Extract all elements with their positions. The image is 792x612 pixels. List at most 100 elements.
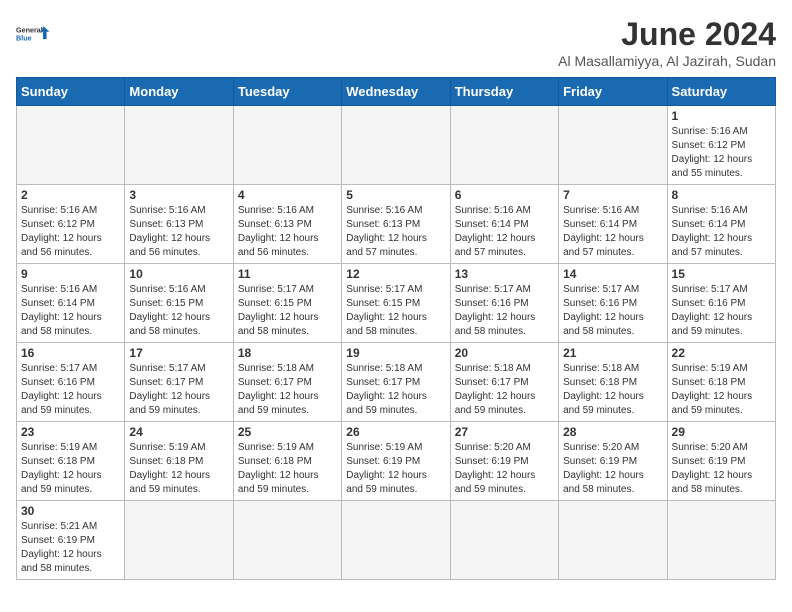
day-info: Sunrise: 5:19 AMSunset: 6:18 PMDaylight:… <box>238 441 337 497</box>
calendar-cell <box>125 106 233 185</box>
day-info: Sunrise: 5:16 AMSunset: 6:13 PMDaylight:… <box>129 204 228 260</box>
calendar-cell: 4 Sunrise: 5:16 AMSunset: 6:13 PMDaylight… <box>233 185 341 264</box>
day-number: 16 <box>21 346 120 360</box>
calendar-cell: 26 Sunrise: 5:19 AMSunset: 6:19 PMDayligh… <box>342 422 450 501</box>
day-number: 17 <box>129 346 228 360</box>
calendar-cell <box>233 106 341 185</box>
logo: GeneralBlue <box>16 16 52 52</box>
calendar-cell <box>342 106 450 185</box>
day-info: Sunrise: 5:19 AMSunset: 6:18 PMDaylight:… <box>129 441 228 497</box>
calendar-cell <box>450 106 558 185</box>
calendar-table: Sunday Monday Tuesday Wednesday Thursday… <box>16 77 776 580</box>
day-info: Sunrise: 5:16 AMSunset: 6:13 PMDaylight:… <box>238 204 337 260</box>
calendar-cell: 1Sunrise: 5:16 AMSunset: 6:12 PMDaylight… <box>667 106 775 185</box>
calendar-cell: 21Sunrise: 5:18 AMSunset: 6:18 PMDayligh… <box>559 343 667 422</box>
day-number: 12 <box>346 267 445 281</box>
day-number: 3 <box>129 188 228 202</box>
calendar-cell: 23 Sunrise: 5:19 AMSunset: 6:18 PMDayligh… <box>17 422 125 501</box>
day-info: Sunrise: 5:19 AMSunset: 6:19 PMDaylight:… <box>346 441 445 497</box>
calendar-cell: 16Sunrise: 5:17 AMSunset: 6:16 PMDayligh… <box>17 343 125 422</box>
day-info: Sunrise: 5:17 AMSunset: 6:17 PMDaylight:… <box>129 362 228 418</box>
col-tuesday: Tuesday <box>233 78 341 106</box>
day-number: 26 <box>346 425 445 439</box>
calendar-cell: 27 Sunrise: 5:20 AMSunset: 6:19 PMDayligh… <box>450 422 558 501</box>
day-number: 24 <box>129 425 228 439</box>
calendar-row: 16Sunrise: 5:17 AMSunset: 6:16 PMDayligh… <box>17 343 776 422</box>
calendar-row: 2 Sunrise: 5:16 AMSunset: 6:12 PMDaylight… <box>17 185 776 264</box>
day-number: 20 <box>455 346 554 360</box>
calendar-cell <box>125 501 233 580</box>
day-info: Sunrise: 5:16 AMSunset: 6:14 PMDaylight:… <box>672 204 771 260</box>
day-number: 10 <box>129 267 228 281</box>
day-info: Sunrise: 5:16 AMSunset: 6:14 PMDaylight:… <box>21 283 120 339</box>
calendar-cell: 2 Sunrise: 5:16 AMSunset: 6:12 PMDaylight… <box>17 185 125 264</box>
calendar-cell: 10 Sunrise: 5:16 AMSunset: 6:15 PMDayligh… <box>125 264 233 343</box>
calendar-row: 1Sunrise: 5:16 AMSunset: 6:12 PMDaylight… <box>17 106 776 185</box>
day-info: Sunrise: 5:17 AMSunset: 6:16 PMDaylight:… <box>563 283 662 339</box>
day-number: 19 <box>346 346 445 360</box>
day-info: Sunrise: 5:18 AMSunset: 6:17 PMDaylight:… <box>346 362 445 418</box>
calendar-cell: 6Sunrise: 5:16 AMSunset: 6:14 PMDaylight… <box>450 185 558 264</box>
calendar-cell <box>233 501 341 580</box>
day-number: 1 <box>672 109 771 123</box>
day-number: 27 <box>455 425 554 439</box>
day-info: Sunrise: 5:21 AMSunset: 6:19 PMDaylight:… <box>21 520 120 576</box>
day-number: 6 <box>455 188 554 202</box>
calendar-cell: 17 Sunrise: 5:17 AMSunset: 6:17 PMDayligh… <box>125 343 233 422</box>
day-number: 4 <box>238 188 337 202</box>
col-monday: Monday <box>125 78 233 106</box>
calendar-cell: 15Sunrise: 5:17 AMSunset: 6:16 PMDayligh… <box>667 264 775 343</box>
col-wednesday: Wednesday <box>342 78 450 106</box>
day-number: 15 <box>672 267 771 281</box>
day-number: 9 <box>21 267 120 281</box>
calendar-row: 30Sunrise: 5:21 AMSunset: 6:19 PMDayligh… <box>17 501 776 580</box>
day-info: Sunrise: 5:16 AMSunset: 6:15 PMDaylight:… <box>129 283 228 339</box>
day-number: 25 <box>238 425 337 439</box>
calendar-cell: 18Sunrise: 5:18 AMSunset: 6:17 PMDayligh… <box>233 343 341 422</box>
calendar-cell: 13 Sunrise: 5:17 AMSunset: 6:16 PMDayligh… <box>450 264 558 343</box>
calendar-cell: 30Sunrise: 5:21 AMSunset: 6:19 PMDayligh… <box>17 501 125 580</box>
calendar-cell <box>667 501 775 580</box>
calendar-cell: 29Sunrise: 5:20 AMSunset: 6:19 PMDayligh… <box>667 422 775 501</box>
day-number: 28 <box>563 425 662 439</box>
day-number: 14 <box>563 267 662 281</box>
day-info: Sunrise: 5:18 AMSunset: 6:17 PMDaylight:… <box>238 362 337 418</box>
day-info: Sunrise: 5:19 AMSunset: 6:18 PMDaylight:… <box>672 362 771 418</box>
day-info: Sunrise: 5:20 AMSunset: 6:19 PMDaylight:… <box>672 441 771 497</box>
calendar-cell: 25 Sunrise: 5:19 AMSunset: 6:18 PMDayligh… <box>233 422 341 501</box>
day-number: 8 <box>672 188 771 202</box>
calendar-cell: 22Sunrise: 5:19 AMSunset: 6:18 PMDayligh… <box>667 343 775 422</box>
calendar-cell <box>559 106 667 185</box>
day-number: 11 <box>238 267 337 281</box>
calendar-cell: 24 Sunrise: 5:19 AMSunset: 6:18 PMDayligh… <box>125 422 233 501</box>
title-area: June 2024 Al Masallamiyya, Al Jazirah, S… <box>558 16 776 69</box>
col-saturday: Saturday <box>667 78 775 106</box>
day-info: Sunrise: 5:18 AMSunset: 6:17 PMDaylight:… <box>455 362 554 418</box>
calendar-cell: 9 Sunrise: 5:16 AMSunset: 6:14 PMDaylight… <box>17 264 125 343</box>
calendar-row: 23 Sunrise: 5:19 AMSunset: 6:18 PMDayligh… <box>17 422 776 501</box>
calendar-cell <box>17 106 125 185</box>
day-number: 23 <box>21 425 120 439</box>
col-friday: Friday <box>559 78 667 106</box>
day-number: 2 <box>21 188 120 202</box>
calendar-cell: 19 Sunrise: 5:18 AMSunset: 6:17 PMDayligh… <box>342 343 450 422</box>
day-info: Sunrise: 5:17 AMSunset: 6:16 PMDaylight:… <box>455 283 554 339</box>
svg-text:Blue: Blue <box>16 34 32 43</box>
calendar-cell: 12Sunrise: 5:17 AMSunset: 6:15 PMDayligh… <box>342 264 450 343</box>
day-number: 7 <box>563 188 662 202</box>
header-row: Sunday Monday Tuesday Wednesday Thursday… <box>17 78 776 106</box>
day-info: Sunrise: 5:20 AMSunset: 6:19 PMDaylight:… <box>455 441 554 497</box>
day-info: Sunrise: 5:16 AMSunset: 6:12 PMDaylight:… <box>21 204 120 260</box>
calendar-cell: 7Sunrise: 5:16 AMSunset: 6:14 PMDaylight… <box>559 185 667 264</box>
day-info: Sunrise: 5:16 AMSunset: 6:13 PMDaylight:… <box>346 204 445 260</box>
calendar-cell: 20 Sunrise: 5:18 AMSunset: 6:17 PMDayligh… <box>450 343 558 422</box>
calendar-cell: 14 Sunrise: 5:17 AMSunset: 6:16 PMDayligh… <box>559 264 667 343</box>
day-info: Sunrise: 5:19 AMSunset: 6:18 PMDaylight:… <box>21 441 120 497</box>
calendar-cell <box>450 501 558 580</box>
calendar-cell: 11 Sunrise: 5:17 AMSunset: 6:15 PMDayligh… <box>233 264 341 343</box>
day-number: 13 <box>455 267 554 281</box>
calendar-subtitle: Al Masallamiyya, Al Jazirah, Sudan <box>558 53 776 69</box>
day-number: 5 <box>346 188 445 202</box>
day-info: Sunrise: 5:20 AMSunset: 6:19 PMDaylight:… <box>563 441 662 497</box>
day-info: Sunrise: 5:17 AMSunset: 6:15 PMDaylight:… <box>238 283 337 339</box>
